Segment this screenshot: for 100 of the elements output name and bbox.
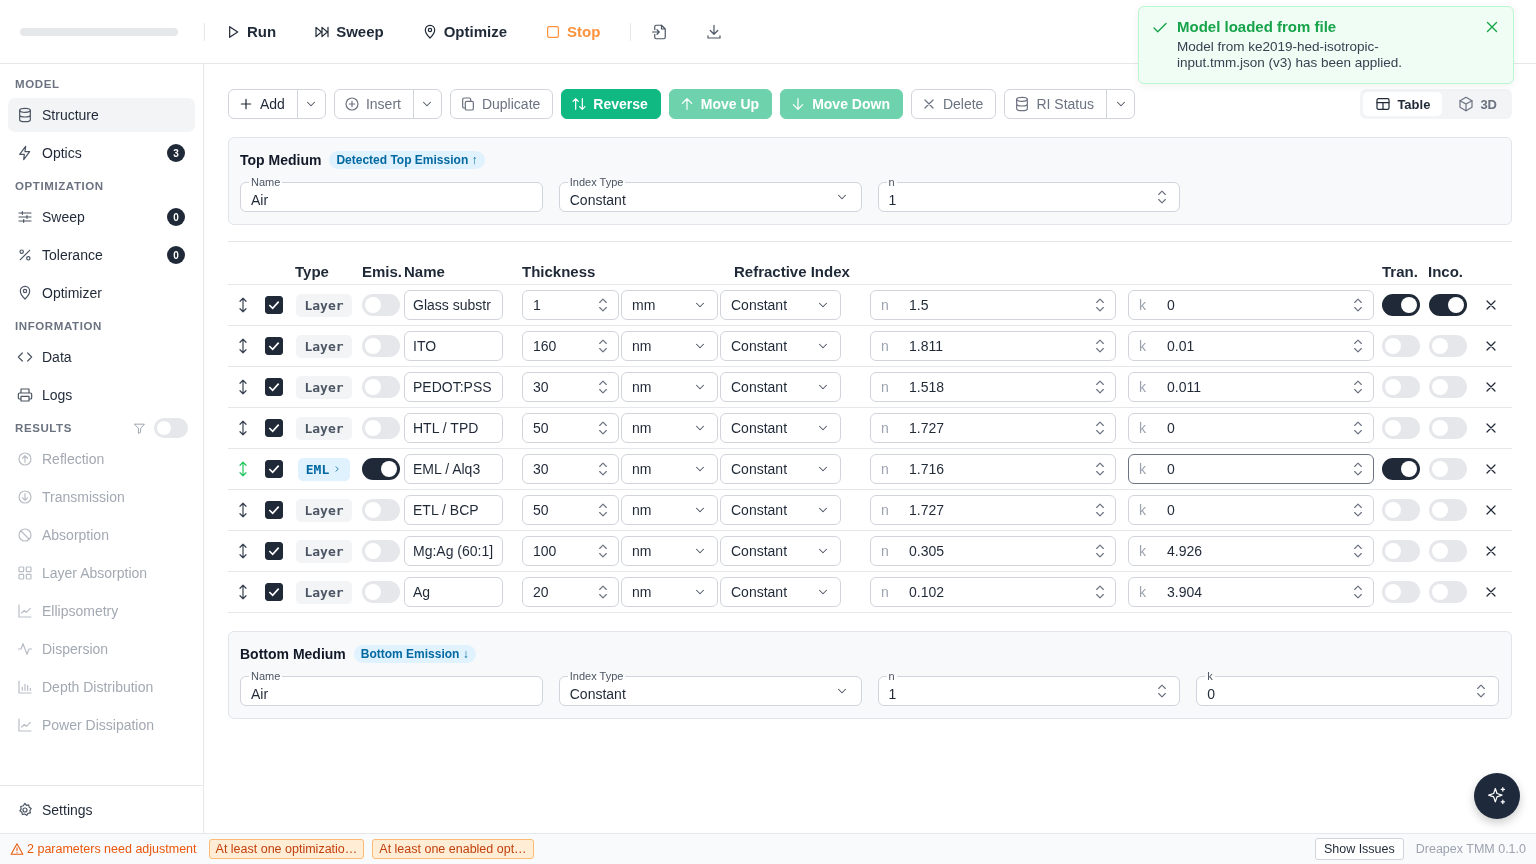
filter-toggle[interactable] (154, 418, 188, 438)
spinner-icon[interactable] (1353, 460, 1363, 478)
spinner-icon[interactable] (1353, 419, 1363, 437)
run-control-button[interactable]: Run (221, 19, 281, 44)
k-field[interactable]: k 0 (1128, 454, 1374, 484)
run-control-button[interactable]: Sweep (310, 19, 388, 44)
name-field[interactable]: ITO (404, 331, 503, 361)
type-tag[interactable]: Layer (296, 334, 352, 358)
name-field[interactable]: PEDOT:PSS (404, 372, 503, 402)
index-type-select[interactable]: Constant (720, 495, 841, 525)
index-type-select[interactable]: Constant (720, 413, 841, 443)
spinner-icon[interactable] (598, 583, 608, 601)
spinner-icon[interactable] (598, 419, 608, 437)
name-field[interactable]: HTL / TPD (404, 413, 503, 443)
index-type-select[interactable]: Constant (720, 577, 841, 607)
emissive-toggle[interactable] (362, 458, 400, 480)
transparent-toggle[interactable] (1382, 335, 1420, 357)
sidebar-item[interactable]: Optimizer (8, 276, 195, 310)
spinner-icon[interactable] (1095, 419, 1105, 437)
unit-select[interactable]: nm (621, 413, 718, 443)
emissive-toggle[interactable] (362, 581, 400, 603)
spinner-icon[interactable] (1157, 682, 1168, 700)
index-type-select[interactable]: Constant (720, 372, 841, 402)
spinner-icon[interactable] (1095, 460, 1105, 478)
type-tag[interactable]: Layer (296, 580, 352, 604)
transparent-toggle[interactable] (1382, 540, 1420, 562)
view-tab[interactable]: Table (1363, 92, 1443, 116)
emissive-toggle[interactable] (362, 335, 400, 357)
spinner-icon[interactable] (1095, 542, 1105, 560)
spinner-icon[interactable] (1353, 378, 1363, 396)
spinner-icon[interactable] (598, 501, 608, 519)
transparent-toggle[interactable] (1382, 581, 1420, 603)
transparent-toggle[interactable] (1382, 499, 1420, 521)
thickness-field[interactable]: 160 (522, 331, 619, 361)
incoherent-toggle[interactable] (1429, 376, 1467, 398)
thickness-field[interactable]: 50 (522, 413, 619, 443)
incoherent-toggle[interactable] (1429, 499, 1467, 521)
spinner-icon[interactable] (1353, 583, 1363, 601)
spinner-icon[interactable] (1353, 337, 1363, 355)
k-field[interactable]: k 0.011 (1128, 372, 1374, 402)
n-field[interactable]: n 1.727 (870, 495, 1116, 525)
k-field[interactable]: k 3.904 (1128, 577, 1374, 607)
sidebar-item[interactable]: Structure (8, 98, 195, 132)
type-tag[interactable]: Layer (296, 293, 352, 317)
sidebar-item[interactable]: Data (8, 340, 195, 374)
k-field[interactable]: k 0 (1128, 290, 1374, 320)
spinner-icon[interactable] (598, 542, 608, 560)
spinner-icon[interactable] (1095, 583, 1105, 601)
type-tag[interactable]: Layer (296, 539, 352, 563)
spinner-icon[interactable] (1095, 337, 1105, 355)
spinner-icon[interactable] (1157, 188, 1168, 206)
checkbox[interactable] (265, 337, 283, 355)
spinner-icon[interactable] (598, 460, 608, 478)
n-field[interactable]: n 0.305 (870, 536, 1116, 566)
name-field[interactable]: Mg:Ag (60:1] (404, 536, 503, 566)
emissive-toggle[interactable] (362, 376, 400, 398)
checkbox[interactable] (265, 419, 283, 437)
spinner-icon[interactable] (1353, 501, 1363, 519)
unit-select[interactable]: nm (621, 454, 718, 484)
k-field[interactable]: k 0.01 (1128, 331, 1374, 361)
n-field[interactable]: n 1.716 (870, 454, 1116, 484)
spinner-icon[interactable] (1095, 378, 1105, 396)
show-issues-button[interactable]: Show Issues (1314, 838, 1404, 860)
thickness-field[interactable]: 1 (522, 290, 619, 320)
transparent-toggle[interactable] (1382, 417, 1420, 439)
issue-chip[interactable]: At least one enabled opt… (372, 839, 534, 859)
emissive-toggle[interactable] (362, 294, 400, 316)
thickness-field[interactable]: 100 (522, 536, 619, 566)
unit-select[interactable]: mm (621, 290, 718, 320)
unit-select[interactable]: nm (621, 331, 718, 361)
thickness-field[interactable]: 50 (522, 495, 619, 525)
run-control-button[interactable]: Optimize (417, 19, 512, 44)
thickness-field[interactable]: 30 (522, 454, 619, 484)
name-field[interactable]: Glass substr (404, 290, 503, 320)
sidebar-item[interactable]: Optics 3 (8, 136, 195, 170)
unit-select[interactable]: nm (621, 577, 718, 607)
index-type-select[interactable]: Constant (720, 290, 841, 320)
view-tab[interactable]: 3D (1446, 92, 1509, 116)
n-field[interactable]: n 1.811 (870, 331, 1116, 361)
transparent-toggle[interactable] (1382, 294, 1420, 316)
index-type-select[interactable]: Constant (720, 536, 841, 566)
incoherent-toggle[interactable] (1429, 458, 1467, 480)
unit-select[interactable]: nm (621, 495, 718, 525)
incoherent-toggle[interactable] (1429, 581, 1467, 603)
name-field[interactable]: EML / Alq3 (404, 454, 503, 484)
emissive-toggle[interactable] (362, 540, 400, 562)
n-field[interactable]: n 1.727 (870, 413, 1116, 443)
checkbox[interactable] (265, 378, 283, 396)
type-tag[interactable]: Layer (296, 375, 352, 399)
n-field[interactable]: n 1.518 (870, 372, 1116, 402)
sidebar-item[interactable]: Sweep 0 (8, 200, 195, 234)
unit-select[interactable]: nm (621, 372, 718, 402)
name-field[interactable]: Ag (404, 577, 503, 607)
incoherent-toggle[interactable] (1429, 335, 1467, 357)
checkbox[interactable] (265, 542, 283, 560)
assistant-button[interactable] (1474, 773, 1520, 819)
checkbox[interactable] (265, 583, 283, 601)
sidebar-item[interactable]: Logs (8, 378, 195, 412)
type-tag[interactable]: Layer (296, 416, 352, 440)
checkbox[interactable] (265, 501, 283, 519)
